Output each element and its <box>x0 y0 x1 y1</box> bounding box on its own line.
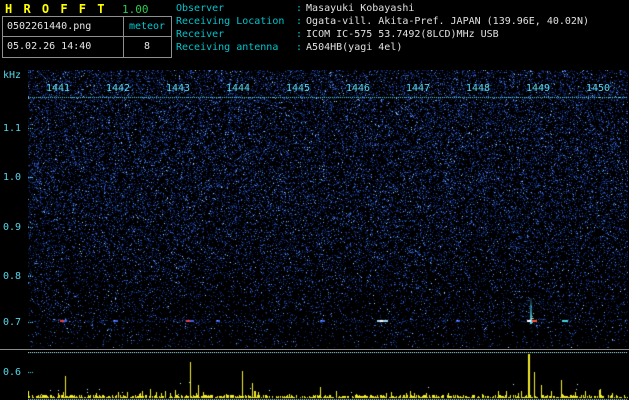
receiver-row: Receiver: ICOM IC-575 53.7492(8LCD)MHz US… <box>176 29 499 41</box>
app-title: H R O F F T <box>5 2 107 16</box>
time-tick-1444: 1444 <box>225 83 251 94</box>
time-tick-1441: 1441 <box>45 83 71 94</box>
receiving-location-label: Receiving Location <box>176 16 285 27</box>
time-tick-1449: 1449 <box>525 83 551 94</box>
freq-tick-0-6: 0.6 <box>3 367 22 378</box>
freq-tick-0-8: 0.8 <box>3 271 22 282</box>
receiver-value: ICOM IC-575 53.7492(8LCD)MHz USB <box>306 29 499 40</box>
mode-label: meteor <box>128 21 166 32</box>
time-tick-1450: 1450 <box>585 83 611 94</box>
meteor-count: 8 <box>143 41 151 52</box>
time-tick-1447: 1447 <box>405 83 431 94</box>
time-tick-1442: 1442 <box>105 83 131 94</box>
time-tick-1446: 1446 <box>345 83 371 94</box>
receiving-antenna-row: Receiving antenna: A504HB(yagi 4el) <box>176 42 402 54</box>
observer-value: Masayuki Kobayashi <box>306 3 415 14</box>
time-tick-1448: 1448 <box>465 83 491 94</box>
spectrogram-canvas <box>28 70 628 348</box>
app-version: 1.00 <box>122 3 149 16</box>
signal-strength-canvas <box>28 352 628 400</box>
freq-tick-0-9: 0.9 <box>3 222 22 233</box>
separator-line <box>0 349 629 350</box>
hrofft-window: H R O F F T 1.00 0502261440.png meteor 0… <box>0 0 629 400</box>
freq-tick-1-0: 1.0 <box>3 172 22 183</box>
time-tick-1445: 1445 <box>285 83 311 94</box>
receiving-antenna-label: Receiving antenna <box>176 42 279 53</box>
time-tick-1443: 1443 <box>165 83 191 94</box>
observer-row: Observer: Masayuki Kobayashi <box>176 3 414 15</box>
receiver-label: Receiver <box>176 29 225 40</box>
capture-timestamp: 05.02.26 14:40 <box>7 41 92 52</box>
freq-tick-1-1: 1.1 <box>3 123 22 134</box>
receiving-antenna-value: A504HB(yagi 4el) <box>306 42 403 53</box>
freq-tick-0-7: 0.7 <box>3 317 22 328</box>
observer-label: Observer <box>176 3 225 14</box>
receiving-location-value: Ogata-vill. Akita-Pref. JAPAN (139.96E, … <box>306 16 589 27</box>
colon: : <box>296 42 303 53</box>
colon: : <box>296 3 303 14</box>
capture-filename: 0502261440.png <box>7 21 92 32</box>
capture-info-box: 0502261440.png meteor 05.02.26 14:40 8 <box>2 16 172 58</box>
freq-axis-unit: kHz <box>3 70 22 81</box>
colon: : <box>296 16 303 27</box>
receiving-location-row: Receiving Location: Ogata-vill. Akita-Pre… <box>176 16 589 28</box>
colon: : <box>296 29 303 40</box>
